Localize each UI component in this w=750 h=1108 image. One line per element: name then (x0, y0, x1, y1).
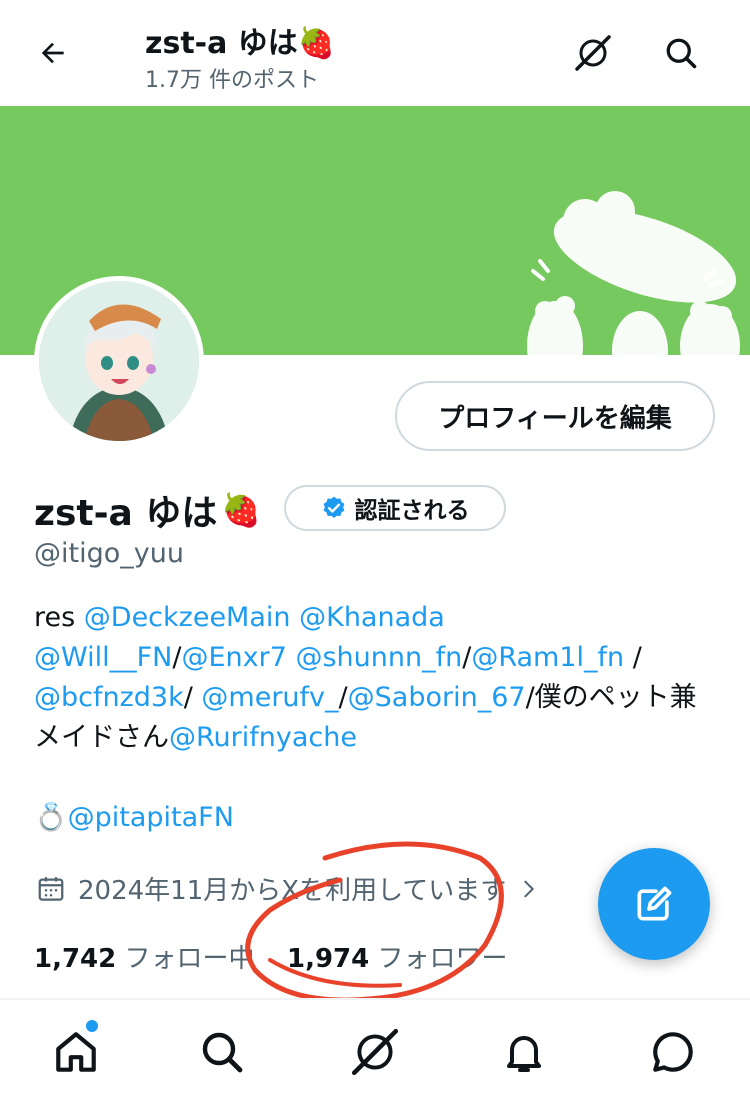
nav-notifications[interactable] (494, 1022, 554, 1082)
search-icon (202, 1032, 243, 1073)
display-name-text: zst-a ゆは (34, 493, 218, 534)
header-title: zst-a ゆは🍓 (145, 18, 335, 62)
bio-text: / (462, 642, 472, 673)
nav-messages[interactable] (643, 1022, 703, 1082)
bio-text: / (624, 642, 642, 673)
profile-header (0, 0, 750, 106)
bio-mention-link[interactable]: @merufv_ (201, 682, 338, 713)
bio-line-1: res @DeckzeeMain @Khanada (34, 598, 445, 638)
bio-mention-link[interactable]: @Khanada (299, 602, 445, 633)
grok-icon (351, 1028, 399, 1076)
search-icon (666, 38, 697, 69)
nav-home[interactable] (46, 1020, 106, 1082)
header-post-count: 1.7万 件のポスト (145, 68, 319, 93)
bio-text: / (338, 682, 348, 713)
home-notification-dot (86, 1020, 98, 1032)
bio-text: 💍 (34, 802, 68, 833)
bio-mention-link[interactable]: @Ram1l_fn (471, 642, 624, 673)
avatar-illustration (39, 281, 199, 441)
joined-date-text: 2024年11月からXを利用しています (78, 876, 507, 906)
joined-date-row[interactable]: 2024年11月からXを利用しています (36, 870, 540, 907)
header-search-button[interactable] (654, 26, 708, 80)
bio-text: メイドさん (34, 722, 169, 753)
nav-explore[interactable] (192, 1022, 252, 1082)
followers-label: フォロワー (377, 944, 508, 974)
bio-mention-link[interactable]: @Will__FN (34, 642, 172, 673)
get-verified-button[interactable]: 認証される (284, 485, 506, 531)
messages-icon (653, 1032, 693, 1072)
bio-mention-link[interactable]: @bcfnzd3k (34, 682, 184, 713)
profile-avatar[interactable] (34, 276, 204, 446)
following-count: 1,742 (34, 944, 117, 974)
bio-mention-link[interactable]: @shunnn_fn (295, 642, 462, 673)
followers-link[interactable]: 1,974 フォロワー (287, 938, 508, 975)
bio-mention-link[interactable]: @Rurifnyache (169, 722, 357, 753)
bio-line-4: メイドさん@Rurifnyache (34, 718, 357, 758)
get-verified-label: 認証される (354, 498, 470, 524)
compose-icon (637, 886, 672, 921)
profile-handle: @itigo_yuu (34, 538, 184, 569)
bio-text: /僕のペット兼 (525, 682, 697, 713)
following-link[interactable]: 1,742 フォロー中 (34, 938, 255, 975)
nav-grok[interactable] (345, 1022, 405, 1082)
grok-icon (575, 35, 611, 71)
header-title-text: zst-a ゆは (145, 26, 298, 61)
edit-profile-button[interactable]: プロフィールを編集 (395, 381, 715, 451)
bio-text (291, 602, 300, 633)
strawberry-emoji: 🍓 (297, 26, 336, 61)
verified-badge-icon (323, 496, 344, 518)
red-circle-annotation (245, 841, 504, 1003)
bio-mention-link[interactable]: @Saborin_67 (348, 682, 526, 713)
back-arrow-icon (41, 42, 64, 64)
bio-line-3: @bcfnzd3k/ @merufv_/@Saborin_67/僕のペット兼 (34, 678, 697, 718)
notifications-icon (507, 1036, 541, 1072)
bio-line-5: 💍@pitapitaFN (34, 798, 234, 838)
followers-count: 1,974 (287, 944, 370, 974)
bio-mention-link[interactable]: @Enxr7 (181, 642, 286, 673)
following-label: フォロー中 (124, 944, 255, 974)
calendar-icon (38, 876, 64, 901)
bio-mention-link[interactable]: @DeckzeeMain (84, 602, 291, 633)
grok-button[interactable] (566, 26, 620, 80)
bio-text: / (183, 682, 202, 713)
back-button[interactable] (26, 26, 80, 80)
bio-mention-link[interactable]: @pitapitaFN (68, 802, 234, 833)
bio-line-2: @Will__FN/@Enxr7 @shunnn_fn/@Ram1l_fn / (34, 638, 642, 678)
compose-post-button[interactable] (598, 848, 710, 960)
home-icon (56, 1032, 96, 1072)
chevron-right-icon (524, 880, 534, 897)
strawberry-emoji: 🍓 (221, 491, 262, 529)
bio-text: res (34, 602, 84, 633)
display-name: zst-a ゆは 🍓 (34, 484, 261, 536)
